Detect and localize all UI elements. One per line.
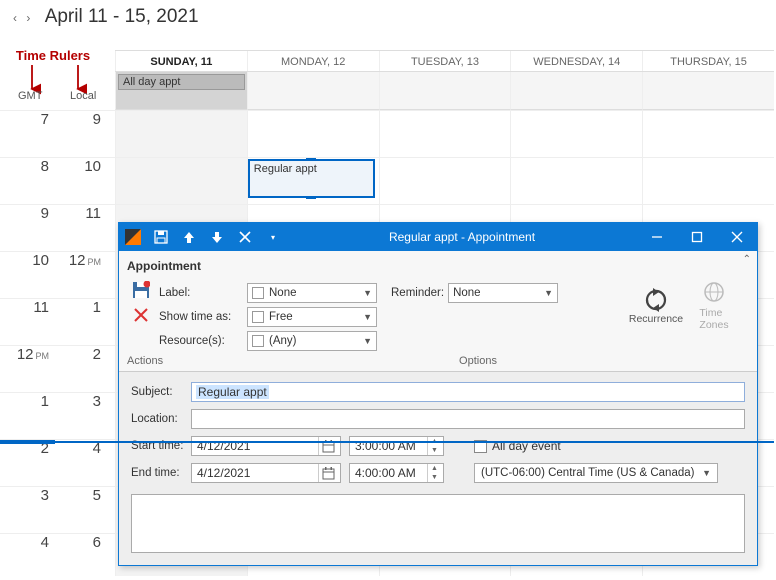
dialog-title: Regular appt - Appointment xyxy=(287,230,637,244)
day-header-monday[interactable]: MONDAY, 12 xyxy=(247,51,379,71)
delete-icon[interactable] xyxy=(235,227,255,247)
resources-label: Resource(s): xyxy=(159,335,247,347)
save-and-close-icon[interactable] xyxy=(132,281,150,302)
reminder-field-label: Reminder: xyxy=(391,287,444,299)
time-row: 111 xyxy=(0,298,115,345)
all-day-cell-thursday[interactable] xyxy=(642,72,774,110)
day-header-sunday[interactable]: SUNDAY, 11 xyxy=(115,51,247,71)
all-day-appointment[interactable]: All day appt xyxy=(118,74,245,90)
end-time-input[interactable]: 4:00:00 AM ▲▼ xyxy=(349,463,444,483)
show-time-as-combo[interactable]: Free▼ xyxy=(247,307,377,327)
description-textarea[interactable] xyxy=(131,494,745,553)
prev-week-button[interactable]: ‹ xyxy=(10,11,20,25)
calendar-icon[interactable] xyxy=(318,437,338,455)
day-header-wednesday[interactable]: WEDNESDAY, 14 xyxy=(510,51,642,71)
time-row: 10 12PM xyxy=(0,251,115,298)
time-row: 79 xyxy=(0,110,115,157)
all-day-cell-tuesday[interactable] xyxy=(379,72,511,110)
spinner-icon[interactable]: ▲▼ xyxy=(427,464,441,482)
calendar-icon[interactable] xyxy=(318,464,338,482)
timezones-button[interactable]: Time Zones xyxy=(687,277,741,335)
local-time: 3 xyxy=(56,393,101,410)
move-up-icon[interactable] xyxy=(179,227,199,247)
time-ruler: 798109111012PM11112PM213243546 xyxy=(0,110,115,576)
gmt-time: 11 xyxy=(4,299,49,316)
customize-dropdown-icon[interactable]: ▾ xyxy=(263,227,283,247)
subject-label: Subject: xyxy=(131,386,191,398)
resources-combo[interactable]: (Any)▼ xyxy=(247,331,377,351)
gmt-column-label: GMT xyxy=(18,90,42,102)
gmt-time: 3 xyxy=(4,487,49,504)
ribbon: Appointment ⌃ Label: None▼ Reminder: xyxy=(119,251,757,372)
day-header-row: SUNDAY, 11 MONDAY, 12 TUESDAY, 13 WEDNES… xyxy=(115,50,774,72)
all-day-row: All day appt xyxy=(115,72,774,110)
time-row: 9 11 xyxy=(0,204,115,251)
local-time: 6 xyxy=(56,534,101,551)
all-day-cell-wednesday[interactable] xyxy=(510,72,642,110)
ribbon-section-actions: Actions xyxy=(127,355,207,367)
label-field-label: Label: xyxy=(159,287,247,299)
local-time: 11 xyxy=(56,205,101,222)
gmt-time: 10 xyxy=(4,252,49,269)
all-day-cell-sunday[interactable]: All day appt xyxy=(115,72,247,110)
save-icon[interactable] xyxy=(151,227,171,247)
minimize-button[interactable] xyxy=(637,223,677,251)
ribbon-section-options: Options xyxy=(207,355,749,367)
show-time-as-label: Show time as: xyxy=(159,311,247,323)
ruler-header: GMT Local xyxy=(0,90,115,110)
gmt-time: 8 xyxy=(4,158,49,175)
app-icon xyxy=(123,227,143,247)
day-header-tuesday[interactable]: TUESDAY, 13 xyxy=(379,51,511,71)
start-time-input[interactable]: 3:00:00 AM ▲▼ xyxy=(349,436,444,456)
gmt-time: 7 xyxy=(4,111,49,128)
local-time: 12PM xyxy=(56,252,101,269)
appointment-dialog: ▾ Regular appt - Appointment Appointment… xyxy=(118,222,758,566)
spinner-icon[interactable]: ▲▼ xyxy=(427,437,441,455)
gmt-time: 12PM xyxy=(4,346,49,363)
label-combo[interactable]: None▼ xyxy=(247,283,377,303)
delete-action-icon[interactable] xyxy=(134,308,148,325)
start-date-input[interactable]: 4/12/2021 xyxy=(191,436,341,456)
timezone-select[interactable]: (UTC-06:00) Central Time (US & Canada)▼ xyxy=(474,463,718,483)
reminder-combo[interactable]: None▼ xyxy=(448,283,558,303)
view-header: ‹ › April 11 - 15, 2021 xyxy=(10,6,199,28)
ribbon-tab-appointment[interactable]: Appointment xyxy=(127,255,749,277)
date-range-label: April 11 - 15, 2021 xyxy=(45,6,199,28)
time-row: 46 xyxy=(0,533,115,580)
location-label: Location: xyxy=(131,413,191,425)
gmt-time: 1 xyxy=(4,393,49,410)
subject-input[interactable]: Regular appt xyxy=(191,382,745,402)
gmt-time: 4 xyxy=(4,534,49,551)
local-time: 10 xyxy=(56,158,101,175)
current-time-indicator-thick xyxy=(0,440,55,444)
local-time: 9 xyxy=(56,111,101,128)
time-row: 8 10 xyxy=(0,157,115,204)
recurrence-button[interactable]: Recurrence xyxy=(629,277,683,335)
local-time: 1 xyxy=(56,299,101,316)
time-row: 13 xyxy=(0,392,115,439)
local-time: 2 xyxy=(56,346,101,363)
time-row: 24 xyxy=(0,439,115,486)
gmt-time: 9 xyxy=(4,205,49,222)
time-row: 35 xyxy=(0,486,115,533)
local-time: 5 xyxy=(56,487,101,504)
appointment-form: Subject: Regular appt Location: Start ti… xyxy=(119,372,757,565)
close-button[interactable] xyxy=(717,223,757,251)
maximize-button[interactable] xyxy=(677,223,717,251)
end-time-label: End time: xyxy=(131,467,191,479)
move-down-icon[interactable] xyxy=(207,227,227,247)
day-header-thursday[interactable]: THURSDAY, 15 xyxy=(642,51,774,71)
local-column-label: Local xyxy=(70,90,96,102)
regular-appointment[interactable]: Regular appt xyxy=(248,159,375,198)
time-row: 12PM 2 xyxy=(0,345,115,392)
next-week-button[interactable]: › xyxy=(23,11,33,25)
location-input[interactable] xyxy=(191,409,745,429)
all-day-cell-monday[interactable] xyxy=(247,72,379,110)
dialog-titlebar[interactable]: ▾ Regular appt - Appointment xyxy=(119,223,757,251)
end-date-input[interactable]: 4/12/2021 xyxy=(191,463,341,483)
current-time-indicator xyxy=(55,441,774,443)
ribbon-collapse-icon[interactable]: ⌃ xyxy=(743,254,751,265)
